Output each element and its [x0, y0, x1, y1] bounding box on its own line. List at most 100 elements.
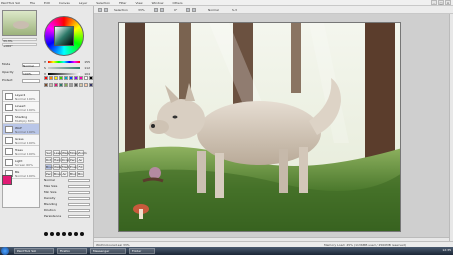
layer-protect-checkbox[interactable]: [22, 79, 40, 83]
slider-h[interactable]: H 155: [44, 60, 90, 64]
saturation-track[interactable]: [48, 67, 80, 69]
foreground-color-swatch[interactable]: [2, 175, 12, 185]
menu-canvas[interactable]: Canvas: [59, 1, 70, 5]
color-swatch[interactable]: [49, 76, 53, 80]
color-swatch[interactable]: [79, 76, 83, 80]
layer-row[interactable]: Lineart Normal 100%: [3, 102, 39, 113]
color-swatch[interactable]: [59, 82, 63, 87]
tool-option-slider[interactable]: [68, 209, 90, 212]
taskbar-item-firefox[interactable]: Firefox: [57, 248, 87, 254]
tool-button[interactable]: Air: [77, 157, 84, 163]
brush-preset-6[interactable]: [74, 232, 78, 236]
tool-button[interactable]: Pen: [69, 157, 76, 163]
color-swatch[interactable]: [49, 82, 53, 87]
tool-button[interactable]: Blur: [69, 171, 76, 177]
menu-view[interactable]: View: [136, 1, 143, 5]
tool-option-slider[interactable]: [68, 197, 90, 200]
navigator-angle[interactable]: +000°: [2, 43, 37, 48]
tool-option-slider[interactable]: [68, 179, 90, 182]
slider-s[interactable]: S 112: [44, 66, 90, 70]
tool-button[interactable]: Lasso: [53, 150, 62, 156]
menu-filter[interactable]: Filter: [119, 1, 126, 5]
rotation-field[interactable]: 0°: [174, 8, 177, 12]
selection-toggle[interactable]: Selection: [114, 8, 128, 12]
redo-icon[interactable]: [104, 8, 108, 12]
color-swatch[interactable]: [84, 76, 88, 80]
tool-button[interactable]: Brush: [45, 164, 55, 170]
start-button[interactable]: [1, 247, 9, 255]
color-swatch[interactable]: [89, 76, 93, 80]
color-swatch[interactable]: [69, 76, 73, 80]
tool-button[interactable]: Wand: [61, 150, 70, 156]
taskbar-item-folder[interactable]: Folder: [129, 248, 155, 254]
rotate-left-icon[interactable]: [186, 8, 190, 12]
navigator-zoom[interactable]: 33.3%: [2, 38, 37, 43]
mode-select[interactable]: Normal: [208, 8, 219, 12]
vertical-scrollbar[interactable]: [449, 14, 453, 241]
brush-preset-4[interactable]: [62, 232, 66, 236]
color-swatch[interactable]: [64, 82, 68, 87]
tool-button[interactable]: Air: [61, 171, 68, 177]
color-swatch[interactable]: [89, 82, 93, 87]
tool-option-slider[interactable]: [68, 215, 90, 218]
brush-preset-7[interactable]: [80, 232, 84, 236]
layer-row[interactable]: Light Screen 60%: [3, 157, 39, 168]
layer-opacity-field[interactable]: 100%: [22, 71, 40, 76]
layer-row[interactable]: Layer4 Normal 100%: [3, 91, 39, 102]
close-button[interactable]: ×: [445, 0, 451, 5]
color-swatch[interactable]: [79, 82, 83, 87]
color-swatch[interactable]: [84, 82, 88, 87]
minimize-button[interactable]: –: [431, 0, 437, 5]
menu-others[interactable]: Others: [172, 1, 182, 5]
layer-row[interactable]: Trees Normal 100%: [3, 146, 39, 157]
color-swatch[interactable]: [69, 82, 73, 87]
color-swatch[interactable]: [44, 76, 48, 80]
layer-row[interactable]: Shading Multiply 80%: [3, 113, 39, 124]
tool-button[interactable]: Pen: [45, 171, 52, 177]
tool-button[interactable]: Drop: [61, 157, 69, 163]
taskbar-item-sai[interactable]: PaintTool SAI: [14, 248, 54, 254]
layer-mode-select[interactable]: Normal: [22, 63, 40, 68]
menu-file[interactable]: File: [30, 1, 35, 5]
tool-button[interactable]: Rot: [45, 157, 52, 163]
color-square[interactable]: [54, 26, 74, 46]
tool-button[interactable]: Fill: [77, 164, 84, 170]
canvas-artwork[interactable]: [118, 22, 401, 232]
rotate-right-icon[interactable]: [192, 8, 196, 12]
tool-button[interactable]: Eras: [69, 164, 77, 170]
color-swatch[interactable]: [74, 82, 78, 87]
brush-preset-3[interactable]: [56, 232, 60, 236]
layer-row[interactable]: Grass Normal 100%: [3, 135, 39, 146]
color-swatch[interactable]: [74, 76, 78, 80]
zoom-field[interactable]: 33%: [138, 8, 145, 12]
tool-button[interactable]: Sel: [45, 150, 52, 156]
zoom-out-icon[interactable]: [160, 8, 164, 12]
brush-preset-2[interactable]: [50, 232, 54, 236]
tool-button[interactable]: Brush: [53, 171, 63, 177]
navigator-preview[interactable]: [2, 10, 37, 36]
color-swatch[interactable]: [64, 76, 68, 80]
value-track[interactable]: [48, 73, 80, 75]
tool-option-slider[interactable]: [68, 185, 90, 188]
layer-row[interactable]: Wolf Normal 100%: [3, 124, 39, 135]
brush-preset-5[interactable]: [68, 232, 72, 236]
tool-button[interactable]: Water: [53, 164, 63, 170]
tool-button[interactable]: Hand: [53, 157, 62, 163]
color-swatch[interactable]: [54, 82, 58, 87]
tool-option-slider[interactable]: [68, 191, 90, 194]
color-swatch[interactable]: [44, 82, 48, 87]
menu-window[interactable]: Window: [152, 1, 164, 5]
tool-button[interactable]: Move: [69, 150, 78, 156]
brush-preset-1[interactable]: [44, 232, 48, 236]
tool-button[interactable]: Bin: [77, 171, 84, 177]
menu-selection[interactable]: Selection: [96, 1, 110, 5]
menu-layer[interactable]: Layer: [79, 1, 87, 5]
maximize-button[interactable]: □: [438, 0, 444, 5]
taskbar-item-messenger[interactable]: Messenger: [90, 248, 126, 254]
color-swatch[interactable]: [59, 76, 63, 80]
tool-button[interactable]: Mark: [61, 164, 69, 170]
system-clock[interactable]: 12:35: [442, 248, 451, 252]
tool-option-slider[interactable]: [68, 203, 90, 206]
tool-button[interactable]: Zoom: [77, 150, 87, 156]
undo-icon[interactable]: [98, 8, 102, 12]
